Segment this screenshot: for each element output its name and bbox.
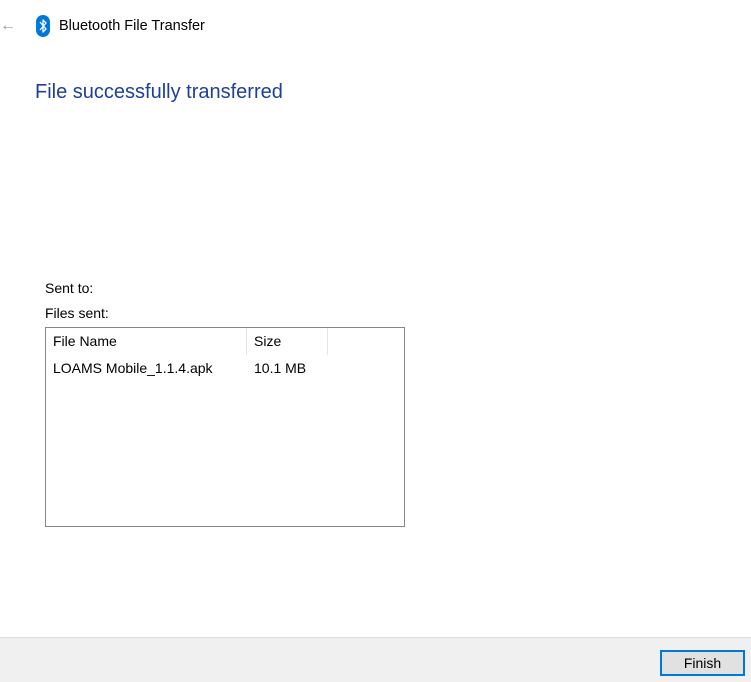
files-sent-list[interactable]: File Name Size LOAMS Mobile_1.1.4.apk 10… [45,327,405,527]
file-name-cell: LOAMS Mobile_1.1.4.apk [53,360,213,376]
files-sent-label: Files sent: [45,305,109,321]
page-headline: File successfully transferred [35,81,283,103]
bluetooth-icon [36,15,50,37]
file-size-cell: 10.1 MB [254,360,307,376]
bluetooth-transfer-window: ← Bluetooth File Transfer File successfu… [0,0,751,682]
column-header-size[interactable]: Size [247,328,328,355]
button-bar: Finish [0,637,751,682]
back-arrow-icon[interactable]: ← [0,16,16,36]
table-row[interactable]: LOAMS Mobile_1.1.4.apk 10.1 MB [46,357,328,379]
title-bar: ← Bluetooth File Transfer [0,0,751,52]
column-header-file-name[interactable]: File Name [46,328,247,355]
window-title: Bluetooth File Transfer [59,18,205,34]
finish-button[interactable]: Finish [660,650,745,676]
sent-to-label: Sent to: [45,280,94,296]
